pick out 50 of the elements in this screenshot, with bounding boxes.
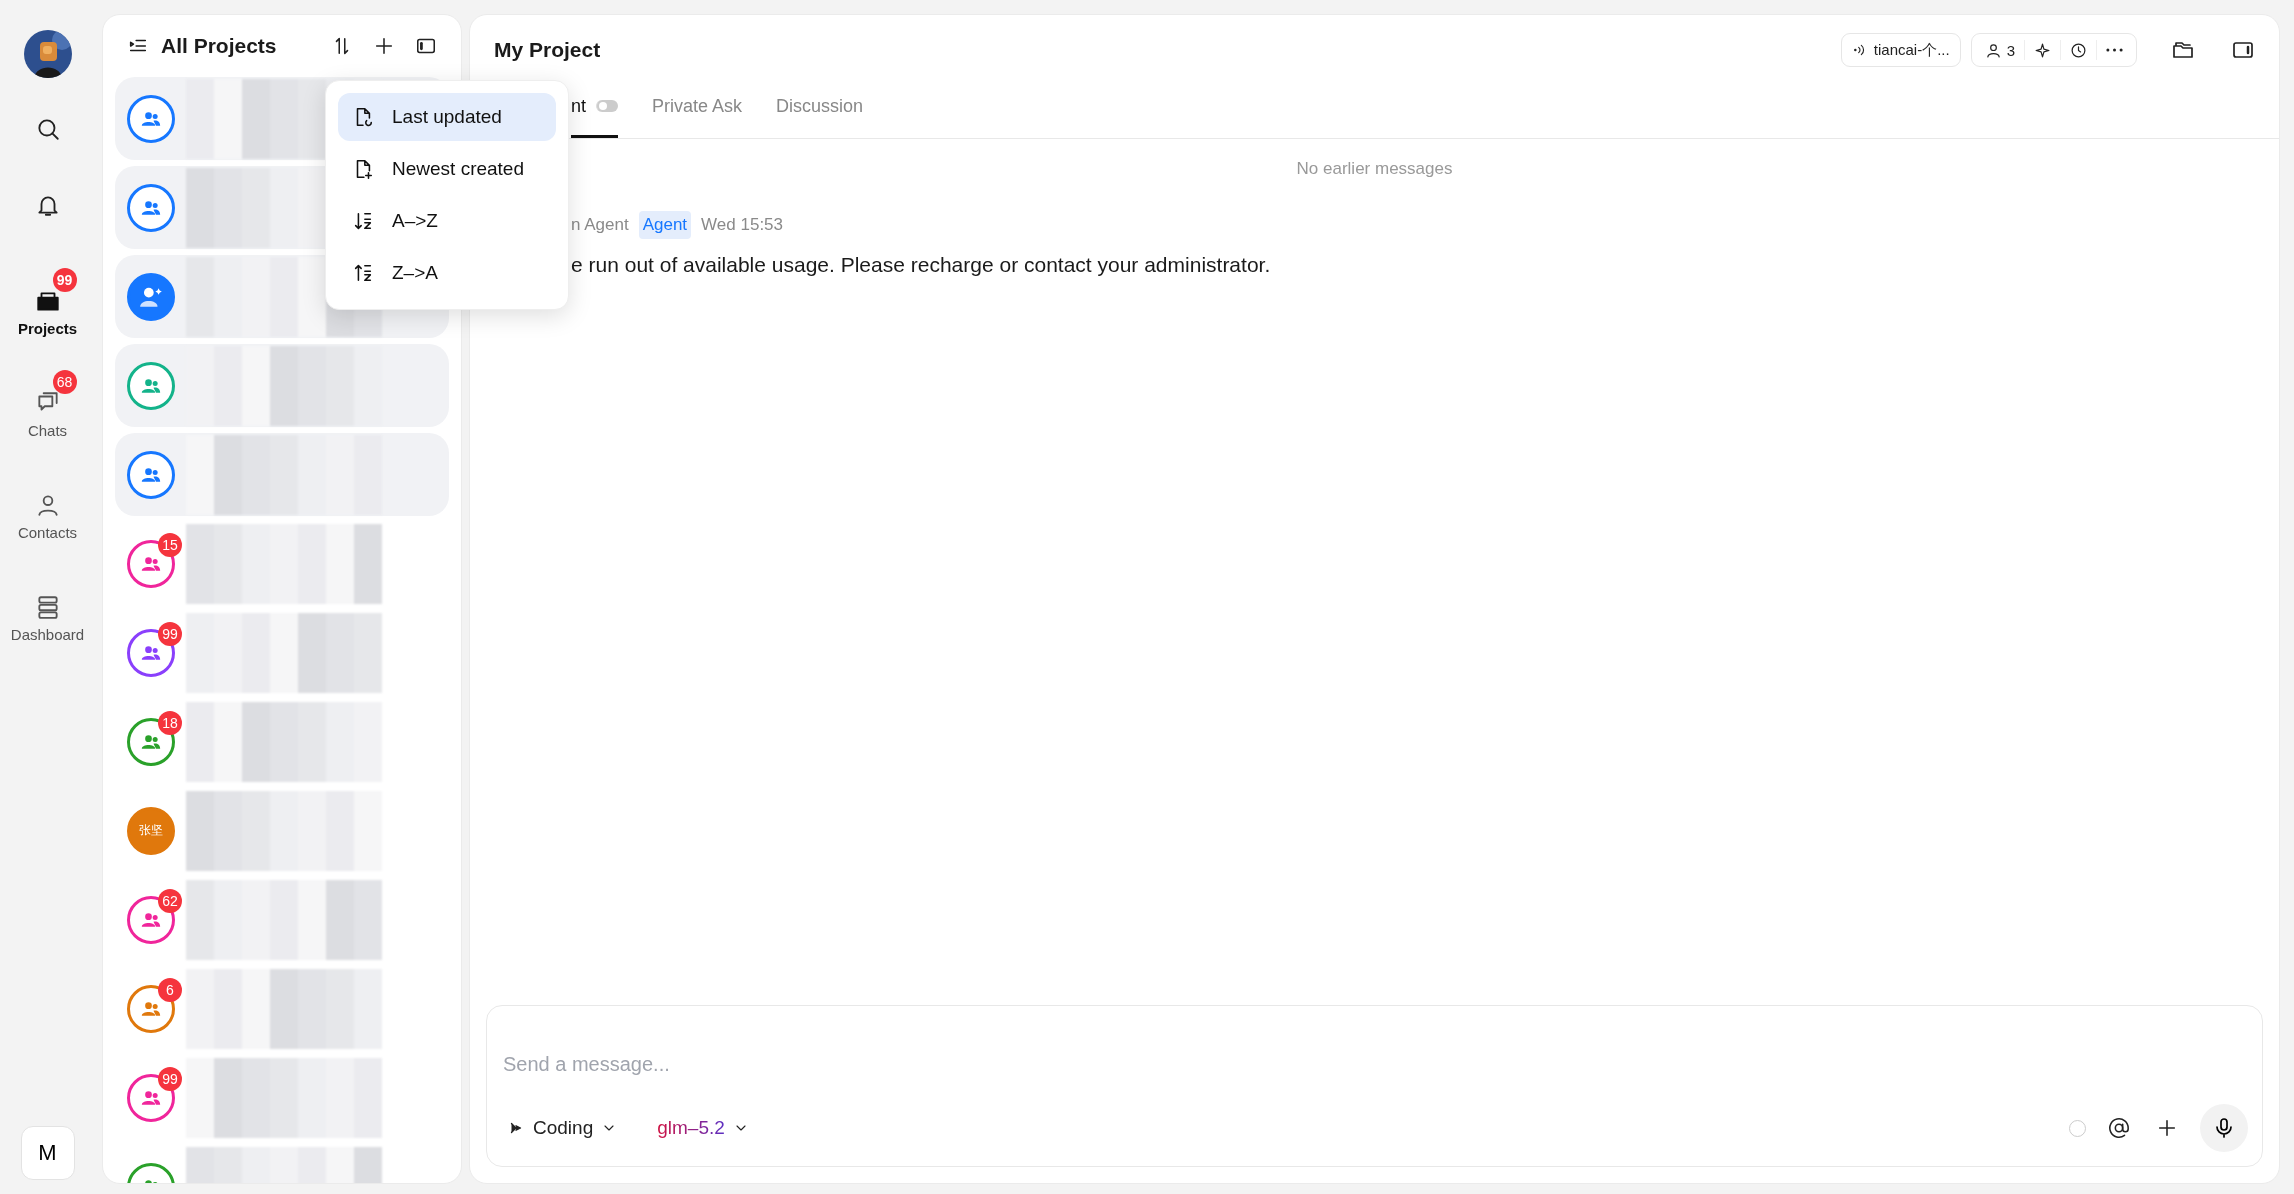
project-item[interactable]: 15 xyxy=(115,522,449,605)
project-title: My Project xyxy=(494,38,602,62)
panel-title: All Projects xyxy=(161,34,278,58)
sort-descending-icon xyxy=(352,262,374,284)
plus-icon xyxy=(2156,1117,2178,1139)
tab[interactable]: Private Ask xyxy=(652,77,743,138)
sort-ascending-icon xyxy=(352,210,374,232)
menu-item[interactable]: Newest created xyxy=(338,145,556,193)
project-item[interactable]: 62 xyxy=(115,878,449,961)
menu-item[interactable]: Last updated xyxy=(338,93,556,141)
menu-item[interactable]: A–>Z xyxy=(338,197,556,245)
model-chip[interactable]: tiancai-个... xyxy=(1840,33,1961,67)
unread-badge: 99 xyxy=(158,621,182,646)
project-item[interactable]: 99 xyxy=(115,611,449,694)
user-button[interactable]: M xyxy=(20,1126,75,1180)
sparkle-icon xyxy=(2034,41,2051,59)
count-badge: 68 xyxy=(52,370,77,394)
microphone-button[interactable] xyxy=(2200,1104,2248,1152)
avatar-initials: 张坚 xyxy=(139,822,163,839)
mode-dropdown[interactable]: Coding xyxy=(501,1117,624,1139)
menu-item[interactable]: Z–>A xyxy=(338,249,556,297)
nav-item[interactable]: Contacts xyxy=(2,468,93,564)
person-icon xyxy=(1984,41,2002,59)
message-time: Wed 15:53 xyxy=(701,215,784,235)
unread-badge: 18 xyxy=(158,710,182,735)
count-badge: 99 xyxy=(52,268,77,292)
tab[interactable]: nt xyxy=(571,77,618,138)
members-button[interactable]: 3 xyxy=(1975,40,2025,60)
message-input[interactable]: Send a message... xyxy=(501,1024,2248,1104)
tab[interactable]: Discussion xyxy=(776,77,864,138)
toggle-switch[interactable] xyxy=(596,100,618,112)
project-item[interactable]: 99 xyxy=(115,1056,449,1139)
more-icon xyxy=(2106,48,2123,52)
unread-badge: 15 xyxy=(158,532,182,557)
project-item[interactable]: 6 xyxy=(115,967,449,1050)
message-composer[interactable]: Send a message... Coding glm–5.2 xyxy=(486,1005,2263,1167)
notice-text: No earlier messages xyxy=(1296,159,1453,179)
plus-icon xyxy=(373,35,395,57)
nav-item[interactable]: Projects 99 xyxy=(2,264,93,360)
unread-badge: 62 xyxy=(158,888,182,913)
at-sign-icon xyxy=(2108,1117,2130,1139)
clock-icon xyxy=(2070,41,2087,59)
nav-item[interactable]: Chats 68 xyxy=(2,366,93,462)
role-tag: Agent xyxy=(638,211,692,239)
unread-badge: 99 xyxy=(158,1066,182,1091)
project-item[interactable]: 18 xyxy=(115,700,449,783)
message-text: e run out of available usage. Please recharge or contact your administrator. xyxy=(571,253,1272,277)
unread-badge: 6 xyxy=(158,977,182,1002)
sender-name: n Agent xyxy=(571,215,629,235)
nav-item[interactable]: Dashboard xyxy=(2,570,93,666)
